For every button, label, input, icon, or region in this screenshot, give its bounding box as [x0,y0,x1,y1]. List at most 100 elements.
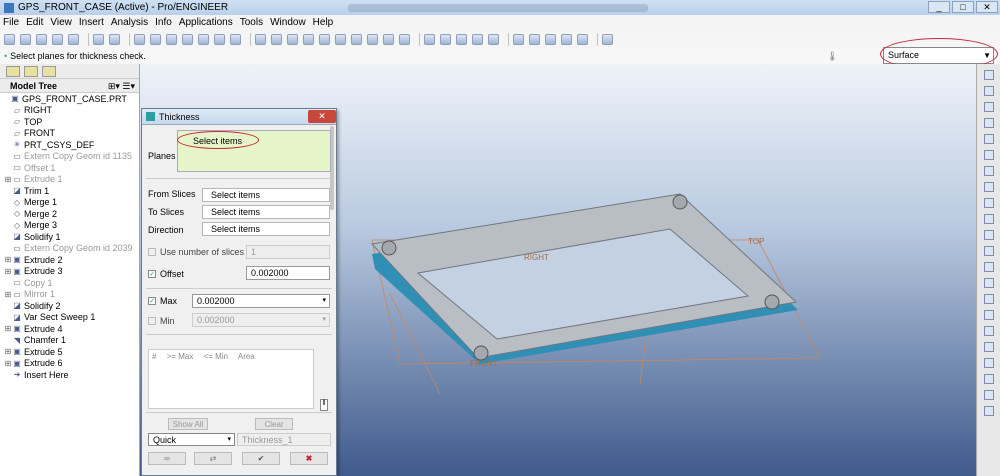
annotation-icon[interactable] [577,33,588,45]
tree-item[interactable]: ◥ Chamfer 1 [0,335,139,347]
regenerate-icon[interactable] [198,33,209,45]
mirror-tool-icon[interactable] [983,358,994,368]
datum-axes-icon[interactable] [529,33,540,45]
datum-points-icon[interactable] [545,33,556,45]
show-all-button[interactable]: Show All [168,418,208,430]
tree-item[interactable]: ▭ Copy 1 [0,277,139,289]
tree-item[interactable]: ⊞ ▣ Extrude 6 [0,358,139,370]
wireframe-icon[interactable] [424,33,435,45]
hole-tool-icon[interactable] [983,246,994,256]
tab-favorites-icon[interactable] [42,65,56,77]
csys-icon[interactable] [561,33,572,45]
paste-special-icon[interactable] [182,33,193,45]
from-slices-collector[interactable]: Select items [202,188,330,202]
zoom-in-icon[interactable] [303,33,314,45]
open-file-icon[interactable] [20,33,31,45]
tree-item[interactable]: ▱ FRONT [0,128,139,140]
new-file-icon[interactable] [4,33,15,45]
slices-count-input[interactable]: 1 [246,245,330,259]
clear-button[interactable]: Clear [255,418,293,430]
cancel-x-icon[interactable]: ✖ [290,452,328,465]
tree-item[interactable]: ▱ TOP [0,116,139,128]
menu-insert[interactable]: Insert [79,17,104,28]
expand-icon[interactable]: ⊞ [4,290,12,299]
csys-tool-icon[interactable] [983,134,994,144]
no-hidden-icon[interactable] [456,33,467,45]
rib-tool-icon[interactable] [983,278,994,288]
tree-item[interactable]: ◇ Merge 2 [0,208,139,220]
tree-item[interactable]: ✳ PRT_CSYS_DEF [0,139,139,151]
max-value-select[interactable]: 0.002000 ▾ [192,294,330,308]
tree-item[interactable]: ◪ Solidify 1 [0,231,139,243]
tree-item[interactable]: ▭ Offset 1 [0,162,139,174]
glasses-preview-icon[interactable]: ∞ [148,452,186,465]
analysis-tool-icon[interactable] [983,150,994,160]
tab-model-tree-icon[interactable] [6,65,20,77]
to-slices-collector[interactable]: Select items [202,205,330,219]
select-box-icon[interactable] [230,33,241,45]
menu-analysis[interactable]: Analysis [111,17,148,28]
shading-icon[interactable] [472,33,483,45]
ok-check-icon[interactable]: ✔ [242,452,280,465]
tree-item[interactable]: ⊞ ▣ Extrude 5 [0,346,139,358]
tree-item[interactable]: ◪ Solidify 2 [0,300,139,312]
paste-icon[interactable] [166,33,177,45]
reorient-icon[interactable] [351,33,362,45]
tree-item[interactable]: ◇ Merge 3 [0,220,139,232]
email-icon[interactable] [68,33,79,45]
tree-item[interactable]: ▭ Extern Copy Geom id 2039 [0,243,139,255]
menu-view[interactable]: View [50,17,72,28]
zoom-out-icon[interactable] [319,33,330,45]
chamfer-tool-icon[interactable] [983,326,994,336]
sketch-tool-icon[interactable] [983,166,994,176]
shell-tool-icon[interactable] [983,262,994,272]
find-icon[interactable] [214,33,225,45]
draft-tool-icon[interactable] [983,294,994,304]
datum-plane-tool-icon[interactable] [983,70,994,80]
datum-axis-tool-icon[interactable] [983,86,994,96]
save-icon[interactable] [36,33,47,45]
enhanced-realism-icon[interactable] [488,33,499,45]
expand-icon[interactable]: ⊞ [4,255,12,264]
tab-folder-browser-icon[interactable] [24,65,38,77]
max-checkbox[interactable]: ✓ [148,297,156,305]
offset-tool-icon[interactable] [983,406,994,416]
hidden-line-icon[interactable] [440,33,451,45]
tree-item[interactable]: ▣ GPS_FRONT_CASE.PRT [0,93,139,105]
expand-icon[interactable]: ⊞ [4,175,12,184]
expand-icon[interactable]: ⊞ [4,324,12,333]
layers-icon[interactable] [383,33,394,45]
sweep-tool-icon[interactable] [983,214,994,224]
datum-curve-tool-icon[interactable] [983,102,994,112]
tree-item[interactable]: ◇ Merge 1 [0,197,139,209]
tree-item[interactable]: ◪ Trim 1 [0,185,139,197]
revolve-tool-icon[interactable] [983,198,994,208]
tree-settings-icon[interactable]: ⊞▾ ☰▾ [108,81,135,92]
use-slices-checkbox[interactable] [148,248,156,256]
planes-collector[interactable]: Select items [177,130,331,172]
saved-views-icon[interactable] [367,33,378,45]
minimize-button[interactable]: _ [928,1,950,13]
offset-checkbox[interactable]: ✓ [148,270,156,278]
menu-applications[interactable]: Applications [179,17,233,28]
close-window-button[interactable]: ✕ [976,1,998,13]
tree-item[interactable]: ⊞ ▭ Extrude 1 [0,174,139,186]
info-icon[interactable]: ‖ [320,399,328,411]
trim-tool-icon[interactable] [983,390,994,400]
direction-collector[interactable]: Select items [202,222,330,236]
tree-item[interactable]: ⊞ ▭ Mirror 1 [0,289,139,301]
merge-tool-icon[interactable] [983,374,994,384]
undo-icon[interactable] [93,33,104,45]
tree-item[interactable]: ▱ RIGHT [0,105,139,117]
expand-icon[interactable]: ⊞ [4,359,12,368]
spin-center-icon[interactable] [271,33,282,45]
blend-tool-icon[interactable] [983,230,994,240]
datum-point-tool-icon[interactable] [983,118,994,128]
repaint-icon[interactable] [255,33,266,45]
menu-edit[interactable]: Edit [26,17,43,28]
extrude-tool-icon[interactable] [983,182,994,192]
pattern-tool-icon[interactable] [983,342,994,352]
mode-select[interactable]: Quick ▾ [148,433,235,446]
tree-item[interactable]: ➜ Insert Here [0,369,139,381]
redo-icon[interactable] [109,33,120,45]
